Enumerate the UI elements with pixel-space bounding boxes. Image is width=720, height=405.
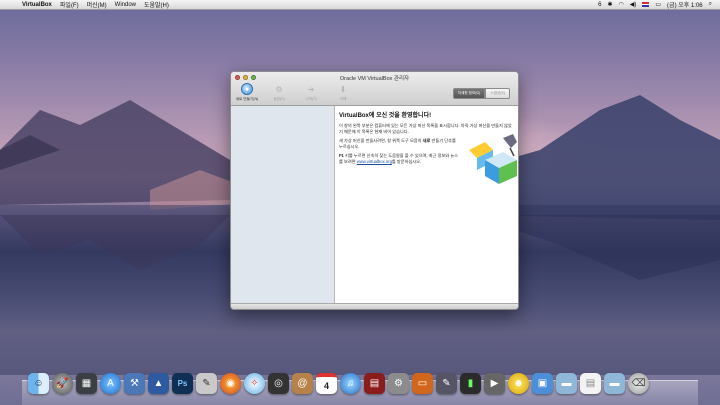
menu-bar: VirtualBox 파일(F) 머신(M) Window 도움말(H) 6 ✱… bbox=[0, 0, 720, 10]
welcome-pane: VirtualBox에 오신 것을 환영합니다! 이 창의 왼쪽 부분은 컴퓨터… bbox=[335, 106, 518, 303]
welcome-paragraph-3: F1 키를 누르면 신속히 찾는 도움말을 볼 수 있으며, 최근 정보와 뉴스… bbox=[339, 153, 459, 165]
documents-folder-icon[interactable]: ▤ bbox=[580, 373, 601, 394]
trash-icon[interactable]: ⌫ bbox=[628, 373, 649, 394]
system-preferences-icon[interactable]: ⚙ bbox=[388, 373, 409, 394]
view-segmented-control: 자세한 정보(D) 스냅샷(S) bbox=[452, 88, 510, 99]
virtualbox-icon[interactable]: ▣ bbox=[532, 373, 553, 394]
preview-icon[interactable]: ▲ bbox=[148, 373, 169, 394]
menu-app-name[interactable]: VirtualBox bbox=[22, 2, 52, 8]
dashboard-icon[interactable]: ▦ bbox=[76, 373, 97, 394]
details-view-label: 자세한 정보(D) bbox=[457, 91, 481, 95]
new-machine-button[interactable]: ✦ 새로 만들기(N) bbox=[235, 83, 259, 102]
launchpad-icon[interactable]: 🚀 bbox=[52, 373, 73, 394]
calendar-icon[interactable]: 4 bbox=[316, 373, 337, 394]
toolbar: ✦ 새로 만들기(N) ⚙ 설정(S) ➜ 시작(T) ⬇ 삭제 bbox=[235, 83, 355, 102]
xcode-icon[interactable]: ⚒ bbox=[124, 373, 145, 394]
new-machine-icon: ✦ bbox=[241, 83, 253, 95]
menu-clock[interactable]: (금) 오후 1:06 bbox=[667, 0, 703, 9]
virtualbox-logo-icon bbox=[469, 134, 517, 184]
finder-icon[interactable]: ☺ bbox=[28, 373, 49, 394]
paint-icon[interactable]: ✎ bbox=[436, 373, 457, 394]
activity-monitor-icon[interactable]: ▮ bbox=[460, 373, 481, 394]
vm-list-sidebar[interactable] bbox=[231, 106, 335, 303]
virtualbox-manager-window: Oracle VM VirtualBox 관리자 ✦ 새로 만들기(N) ⚙ 설… bbox=[230, 71, 519, 310]
photo-booth-icon[interactable]: ▤ bbox=[364, 373, 385, 394]
status-number[interactable]: 6 bbox=[598, 2, 601, 8]
volume-icon[interactable]: ◀) bbox=[630, 1, 637, 8]
firefox-icon[interactable]: ◉ bbox=[220, 373, 241, 394]
discard-icon: ⬇ bbox=[339, 84, 347, 94]
discard-label: 삭제 bbox=[339, 97, 347, 101]
text-editor-icon[interactable]: ✎ bbox=[196, 373, 217, 394]
itunes-icon[interactable]: ♫ bbox=[340, 373, 361, 394]
virtualbox-website-link[interactable]: www.virtualbox.org bbox=[357, 159, 392, 164]
contacts-icon[interactable]: @ bbox=[292, 373, 313, 394]
flag-icon[interactable] bbox=[642, 2, 650, 7]
new-machine-label: 새로 만들기(N) bbox=[235, 97, 259, 101]
window-titlebar[interactable]: Oracle VM VirtualBox 관리자 ✦ 새로 만들기(N) ⚙ 설… bbox=[231, 72, 518, 106]
menu-window[interactable]: Window bbox=[115, 2, 136, 8]
dock: ☺ 🚀 ▦ A ⚒ ▲ Ps ✎ ◉ ✧ ◎ @ 4 ♫ ▤ ⚙ ▭ ✎ ▮ ▶… bbox=[28, 373, 649, 394]
settings-button[interactable]: ⚙ 설정(S) bbox=[267, 83, 291, 102]
app-store-icon[interactable]: A bbox=[100, 373, 121, 394]
start-arrow-icon: ➜ bbox=[307, 84, 315, 94]
settings-gear-icon: ⚙ bbox=[275, 84, 283, 94]
menu-file[interactable]: 파일(F) bbox=[60, 0, 79, 9]
details-view-button[interactable]: 자세한 정보(D) bbox=[452, 88, 486, 99]
welcome-paragraph-2: 새 가상 머신을 만들시려면, 창 위쪽 도구 모음의 새로 만들기 단추를 누… bbox=[339, 138, 459, 150]
settings-label: 설정(S) bbox=[273, 97, 285, 101]
quicktime-icon[interactable]: ▶ bbox=[484, 373, 505, 394]
snapshots-view-label: 스냅샷(S) bbox=[490, 91, 505, 95]
applications-folder-icon[interactable]: ▬ bbox=[556, 373, 577, 394]
safari-icon[interactable]: ✧ bbox=[244, 373, 265, 394]
welcome-p2-text: 새 가상 머신을 만들시려면, 창 위쪽 도구 모음의 bbox=[339, 138, 423, 143]
camera-icon[interactable]: ◎ bbox=[268, 373, 289, 394]
downloads-folder-icon[interactable]: ▬ bbox=[604, 373, 625, 394]
presentation-icon[interactable]: ▭ bbox=[412, 373, 433, 394]
snapshots-view-button[interactable]: 스냅샷(S) bbox=[485, 88, 510, 99]
bluetooth-icon[interactable]: ✱ bbox=[607, 1, 612, 8]
spotlight-search-icon[interactable]: ⌕ bbox=[709, 1, 712, 8]
window-status-bar bbox=[231, 303, 518, 309]
photoshop-icon[interactable]: Ps bbox=[172, 373, 193, 394]
start-button[interactable]: ➜ 시작(T) bbox=[299, 83, 323, 102]
messenger-icon[interactable]: ☻ bbox=[508, 373, 529, 394]
wifi-icon[interactable]: ◠ bbox=[619, 1, 624, 8]
start-label: 시작(T) bbox=[305, 97, 317, 101]
window-title: Oracle VM VirtualBox 관리자 bbox=[339, 76, 410, 82]
welcome-p3-text-end: 를 방문하십시오. bbox=[391, 159, 422, 164]
welcome-heading: VirtualBox에 오신 것을 환영합니다! bbox=[339, 113, 432, 119]
battery-icon[interactable]: ▭ bbox=[655, 1, 661, 8]
discard-button[interactable]: ⬇ 삭제 bbox=[331, 83, 355, 102]
menu-help[interactable]: 도움말(H) bbox=[144, 0, 169, 9]
menu-machine[interactable]: 머신(M) bbox=[87, 0, 107, 9]
